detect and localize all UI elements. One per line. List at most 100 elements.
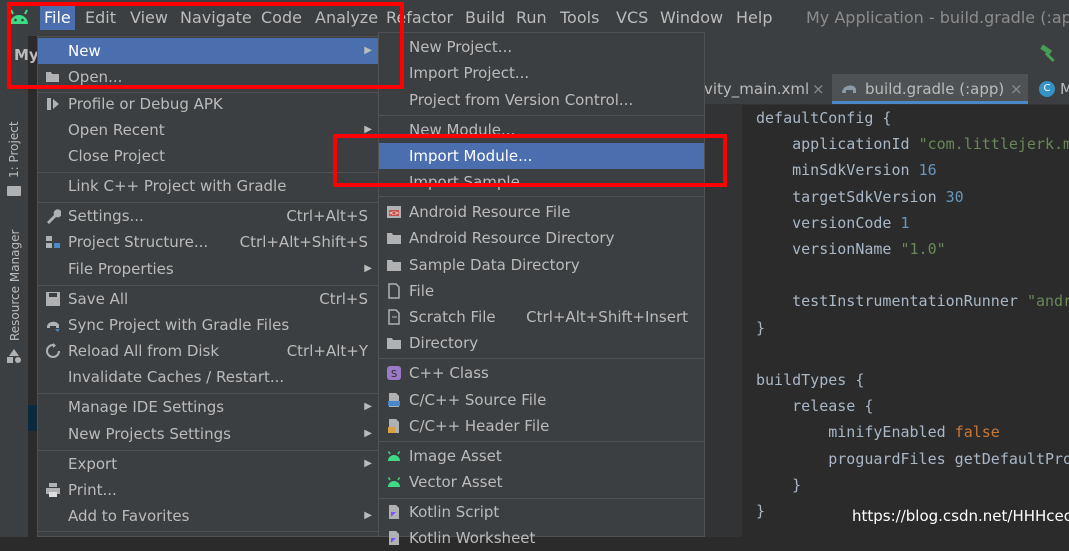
code-line[interactable]: testInstrumentationRunner "andr [756,292,1069,310]
code-line[interactable]: } [756,319,765,337]
code-line[interactable]: applicationId "com.littlejerk.m [756,135,1069,153]
annotation-box-import-module [333,134,727,187]
menu-window[interactable]: Window [660,8,723,27]
folder-icon [7,186,21,196]
submenu-arrow-icon: ▶ [364,458,372,469]
window-title: My Application - build.gradle (:app) [806,8,1069,27]
menu-item-project-structure[interactable]: Project Structure... Ctrl+Alt+Shift+S [38,229,378,255]
tab-activity-main[interactable]: vity_main.xml × [704,74,830,104]
code-line[interactable]: versionCode 1 [756,214,909,232]
menu-item-profile-apk[interactable]: Profile or Debug APK [38,91,378,117]
code-line[interactable]: } [756,476,801,494]
menu-build[interactable]: Build [465,8,505,27]
code-line[interactable]: minifyEnabled false [756,423,1000,441]
apk-icon [47,98,59,110]
menu-item-sample-data-directory[interactable]: Sample Data Directory [379,252,704,278]
menu-item-kotlin-worksheet[interactable]: Kotlin Worksheet [379,525,704,551]
close-icon[interactable]: × [1010,74,1023,104]
class-icon: C [1039,81,1055,97]
menu-item-directory[interactable]: Directory [379,330,704,356]
submenu-arrow-icon: ▶ [364,401,372,412]
code-line[interactable]: targetSdkVersion 30 [756,188,964,206]
menu-item-reload[interactable]: Reload All from Disk Ctrl+Alt+Y [38,338,378,364]
code-line[interactable]: defaultConfig { [756,109,891,127]
file-menu: New ▶ Open... Profile or Debug APK Open … [37,36,379,537]
menu-item-cpp-header[interactable]: C/C++ Header File [379,413,704,439]
code-line[interactable]: } [756,502,765,520]
annotation-box-file-new [7,2,404,89]
save-icon [46,292,60,306]
project-structure-icon [46,236,60,248]
menu-item-export[interactable]: Export ▶ [38,451,378,477]
code-line[interactable]: release { [756,397,873,415]
svg-text:<>: <> [389,210,399,217]
gradle-elephant-icon [842,85,856,93]
menu-item-manage-ide[interactable]: Manage IDE Settings ▶ [38,394,378,420]
code-line[interactable]: buildTypes { [756,371,864,389]
new-submenu: New Project... Import Project... Project… [378,32,705,547]
tab-build-gradle[interactable]: build.gradle (:app) × [832,74,1028,104]
menu-item-new-projects-settings[interactable]: New Projects Settings ▶ [38,421,378,447]
menu-item-scratch-file[interactable]: Scratch File Ctrl+Alt+Shift+Insert [379,304,704,330]
resource-manager-tab[interactable]: Resource Manager [8,230,22,341]
scratch-file-icon [388,309,400,325]
menu-item-open-recent[interactable]: Open Recent ▶ [38,117,378,143]
menu-item-link-cpp[interactable]: Link C++ Project with Gradle [38,173,378,199]
reload-icon [46,343,60,358]
menu-item-file-properties[interactable]: File Properties ▶ [38,256,378,282]
folder-icon [387,338,401,349]
android-icon [387,477,401,487]
menu-item-file[interactable]: File [379,278,704,304]
menu-item-save-all[interactable]: Save All Ctrl+S [38,286,378,312]
tab-m[interactable]: C M [1034,74,1069,104]
code-line[interactable]: proguardFiles getDefaultPro [756,450,1069,468]
code-line[interactable]: minSdkVersion 16 [756,161,937,179]
cpp-source-icon [388,393,400,407]
menu-item-new-project[interactable]: New Project... [379,34,704,60]
wrench-icon [47,209,61,224]
watermark: https://blog.csdn.net/HHHceo [852,507,1069,525]
menu-item-add-favorites[interactable]: Add to Favorites ▶ [38,503,378,529]
menu-tools[interactable]: Tools [560,8,599,27]
sync-gradle-icon [47,321,60,332]
menu-item-vector-asset[interactable]: Vector Asset [379,469,704,495]
cpp-class-icon: S [387,366,401,380]
menu-item-project-vcs[interactable]: Project from Version Control... [379,87,704,113]
code-line[interactable]: versionName "1.0" [756,240,946,258]
menu-item-cpp-source[interactable]: C/C++ Source File [379,387,704,413]
hammer-icon[interactable] [1038,44,1058,64]
menu-item-invalidate[interactable]: Invalidate Caches / Restart... [38,364,378,390]
shapes-icon [7,349,21,363]
close-icon[interactable]: × [812,74,825,104]
menu-run[interactable]: Run [516,8,547,27]
menu-help[interactable]: Help [736,8,772,27]
project-tool-tab[interactable]: 1: Project [7,121,21,178]
folder-icon [387,233,401,244]
menu-item-settings[interactable]: Settings... Ctrl+Alt+S [38,203,378,229]
kotlin-script-icon [389,505,399,519]
cpp-header-icon [388,419,399,433]
kotlin-worksheet-icon [389,531,399,545]
submenu-arrow-icon: ▶ [364,510,372,521]
folder-icon [387,260,401,271]
menu-item-import-project[interactable]: Import Project... [379,60,704,86]
submenu-arrow-icon: ▶ [364,428,372,439]
left-tool-strip: 1: Project Resource Manager [0,36,29,537]
tab-label: build.gradle (:app) [865,80,1005,98]
svg-text:S: S [391,369,397,380]
menu-item-kotlin-script[interactable]: Kotlin Script [379,499,704,525]
menu-item-cpp-class[interactable]: S C++ Class [379,360,704,386]
menu-item-sync-gradle[interactable]: Sync Project with Gradle Files [38,312,378,338]
menu-item-android-resource-directory[interactable]: Android Resource Directory [379,225,704,251]
menu-item-android-resource-file[interactable]: <> Android Resource File [379,199,704,225]
menu-vcs[interactable]: VCS [616,8,648,27]
submenu-arrow-icon: ▶ [364,263,372,274]
menu-item-print[interactable]: Print... [38,477,378,503]
editor-tabs: vity_main.xml × build.gradle (:app) × C … [704,74,1069,105]
file-icon [388,283,400,299]
tab-label: M [1060,80,1069,98]
menu-item-close-project[interactable]: Close Project [38,143,378,169]
resource-file-icon: <> [387,206,401,218]
menu-item-image-asset[interactable]: Image Asset [379,443,704,469]
tab-label: vity_main.xml [704,80,810,98]
